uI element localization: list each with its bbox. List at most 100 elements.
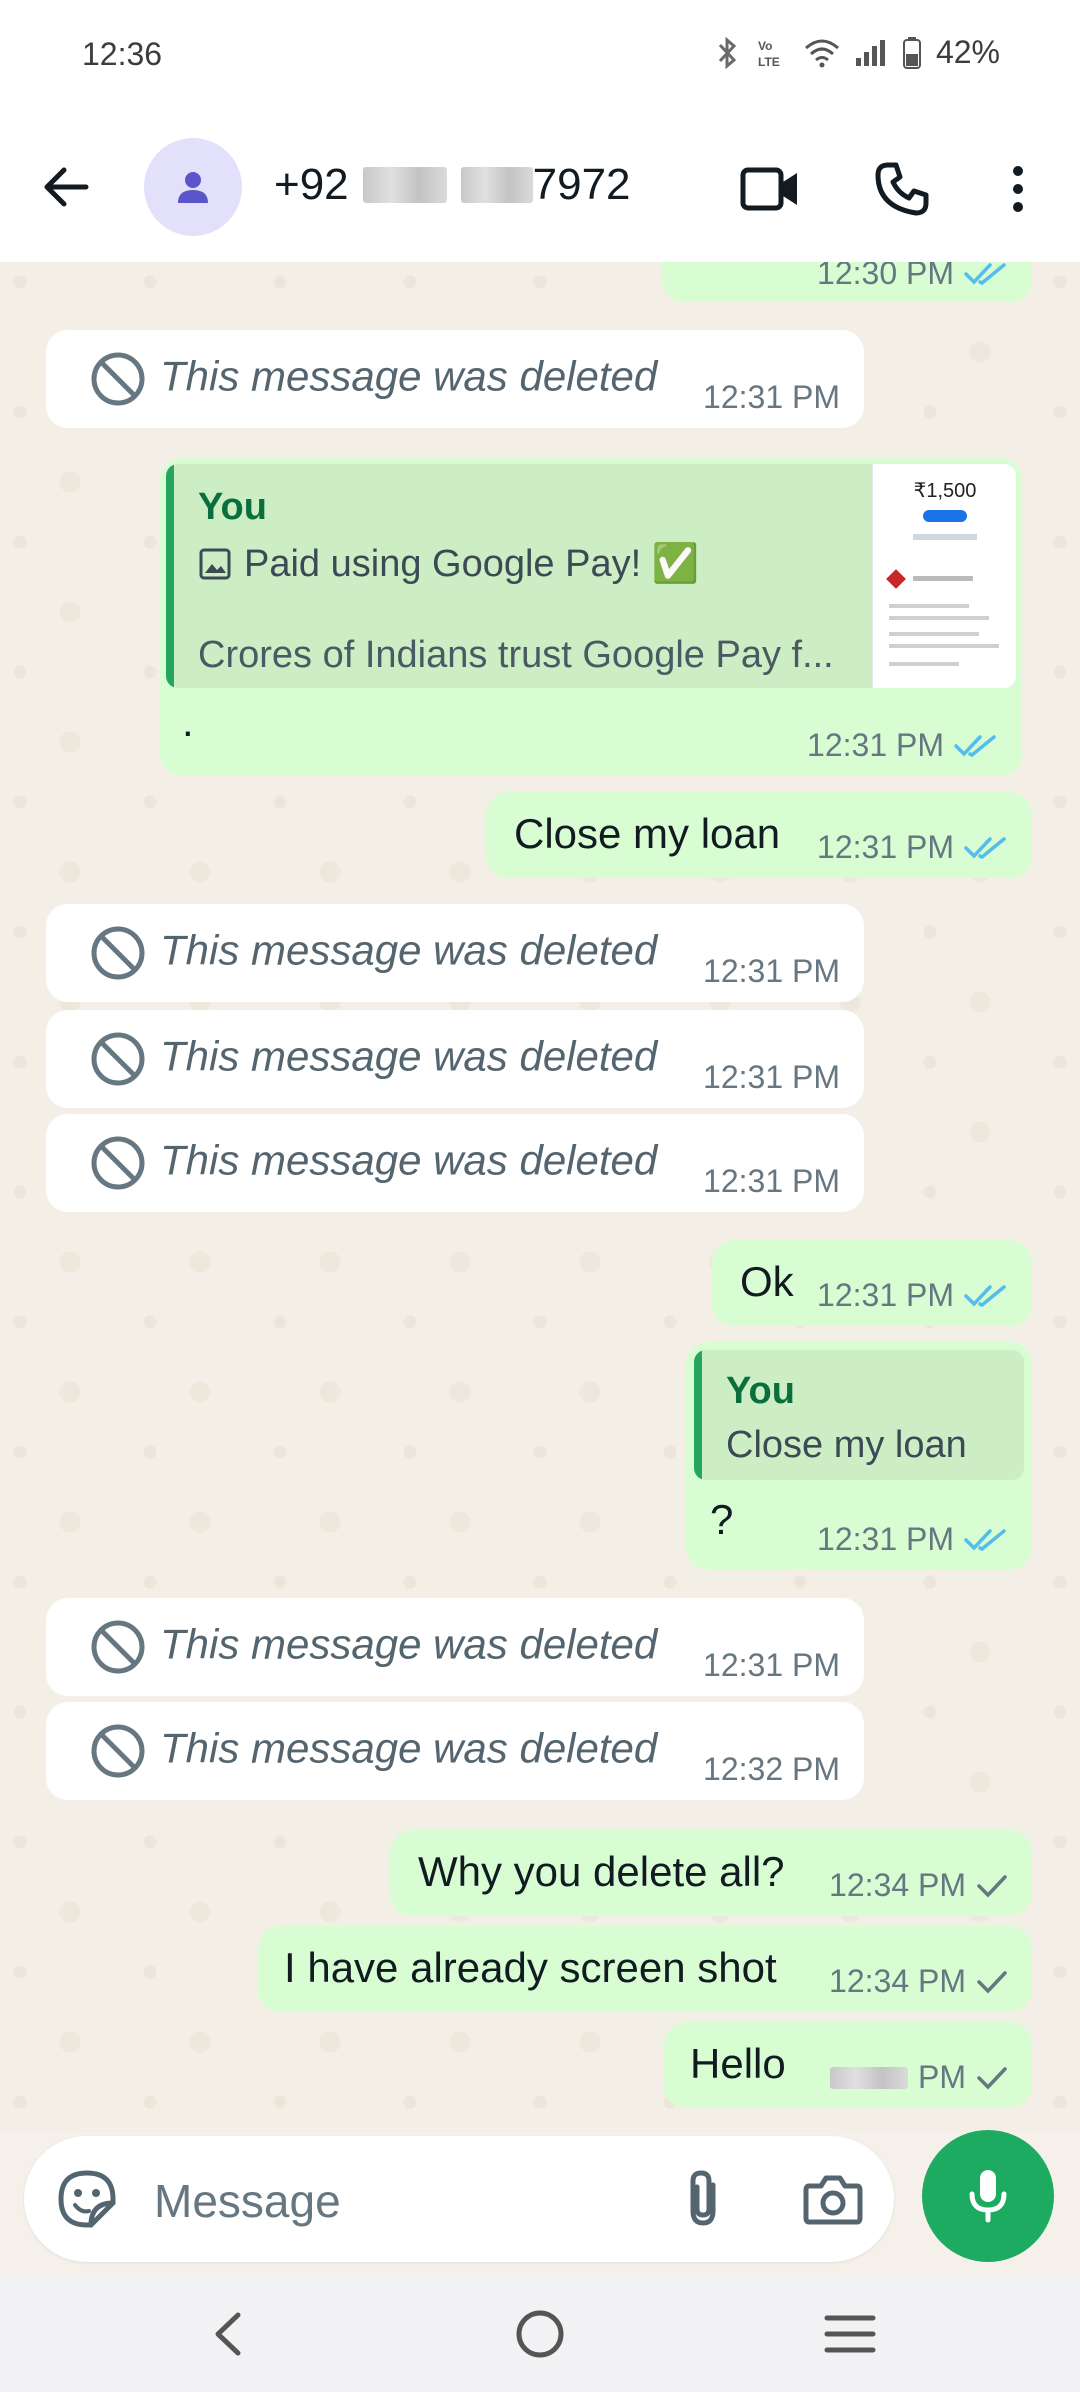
thumb-amount: ₹1,500 — [913, 480, 977, 502]
system-nav-bar — [0, 2276, 1080, 2392]
deleted-text: This message was deleted — [160, 1620, 658, 1668]
nav-home-button[interactable] — [510, 2304, 570, 2364]
message-outgoing[interactable]: Ok 12:31 PM — [712, 1240, 1032, 1326]
attach-button[interactable] — [670, 2166, 736, 2232]
more-vert-icon — [1013, 166, 1023, 212]
attach-icon — [690, 2170, 716, 2226]
deleted-text: This message was deleted — [160, 1724, 658, 1772]
voice-record-button[interactable] — [922, 2130, 1054, 2262]
message-text: Hello — [690, 2040, 786, 2087]
ban-icon — [91, 1136, 145, 1190]
quote-accent-bar — [166, 464, 174, 688]
message-text: I have already screen shot — [284, 1944, 777, 1991]
nav-back-icon — [215, 2312, 241, 2356]
check-icon — [977, 1970, 1007, 1994]
message-text: . — [182, 698, 194, 745]
more-options-button[interactable] — [986, 157, 1050, 221]
nav-home-icon — [516, 2310, 564, 2358]
voice-call-button[interactable] — [870, 157, 934, 221]
payment-thumbnail: ₹1,500 — [872, 464, 1016, 688]
message-outgoing[interactable]: 12:30 PM — [662, 262, 1032, 302]
video-call-button[interactable] — [738, 157, 802, 221]
message-deleted[interactable]: This message was deleted 12:32 PM — [46, 1702, 864, 1800]
contact-avatar[interactable] — [144, 138, 242, 236]
thumb-line — [889, 604, 969, 608]
volte-icon: Vo LTE — [758, 39, 780, 69]
sticker-icon — [58, 2170, 116, 2228]
camera-button[interactable] — [800, 2166, 866, 2232]
message-time: 12:34 PM — [829, 1963, 966, 1999]
ban-icon — [91, 926, 145, 980]
message-text: Close my loan — [514, 810, 781, 857]
nav-back-button[interactable] — [198, 2304, 258, 2364]
thumb-line — [889, 632, 979, 636]
signal-icon — [855, 39, 885, 66]
quoted-message[interactable]: You Paid using Google Pay! ✅ Crores of I… — [166, 464, 1016, 688]
svg-text:LTE: LTE — [758, 55, 780, 69]
message-time: 12:31 PM — [703, 1647, 840, 1683]
message-outgoing[interactable]: Close my loan 12:31 PM — [486, 792, 1032, 878]
quote-accent-bar — [694, 1350, 702, 1480]
message-time: 12:31 PM — [703, 1163, 840, 1199]
image-icon — [199, 548, 231, 580]
message-outgoing-quoted[interactable]: You Close my loan ? 12:31 PM — [686, 1342, 1032, 1570]
quote-text: Paid using Google Pay! ✅ — [244, 543, 700, 585]
svg-text:Vo: Vo — [758, 39, 772, 53]
message-outgoing[interactable]: I have already screen shot 12:34 PM — [258, 1926, 1032, 2012]
status-icons: Vo LTE 42% — [714, 34, 1000, 71]
message-time: 12:31 PM — [817, 1277, 954, 1313]
video-call-icon — [740, 167, 797, 211]
phone-suffix: 7972 — [532, 160, 631, 209]
check-icon — [977, 1874, 1007, 1898]
message-deleted[interactable]: This message was deleted 12:31 PM — [46, 904, 864, 1002]
message-time: 12:32 PM — [703, 1751, 840, 1787]
quote-line: Paid using Google Pay! ✅ — [198, 542, 699, 586]
wifi-icon — [804, 39, 839, 67]
contact-name[interactable]: +92 7972 — [274, 160, 631, 210]
double-check-icon — [964, 1284, 1006, 1307]
message-outgoing[interactable]: Why you delete all? 12:34 PM — [390, 1830, 1032, 1916]
redacted-time — [830, 2066, 908, 2089]
quote-author: You — [198, 486, 267, 528]
message-deleted[interactable]: This message was deleted 12:31 PM — [46, 1114, 864, 1212]
message-text: Why you delete all? — [418, 1848, 785, 1895]
thumb-line — [889, 662, 959, 666]
sticker-button[interactable] — [54, 2166, 120, 2232]
message-input[interactable]: Message — [154, 2174, 341, 2228]
double-check-icon — [964, 1528, 1006, 1551]
quoted-message[interactable]: You Close my loan — [694, 1350, 1024, 1480]
message-deleted[interactable]: This message was deleted 12:31 PM — [46, 1010, 864, 1108]
message-outgoing-quoted[interactable]: You Paid using Google Pay! ✅ Crores of I… — [160, 458, 1022, 776]
nav-recents-button[interactable] — [820, 2304, 880, 2364]
message-deleted[interactable]: This message was deleted 12:31 PM — [46, 1598, 864, 1696]
message-text: Ok — [740, 1258, 794, 1305]
deleted-text: This message was deleted — [160, 1136, 658, 1184]
thumb-line — [889, 616, 989, 620]
message-time: 12:31 PM — [817, 829, 954, 865]
thumb-line — [913, 576, 973, 581]
quote-preview: Crores of Indians trust Google Pay f... — [198, 634, 834, 676]
message-time: 12:31 PM — [817, 1521, 954, 1557]
double-check-icon — [964, 836, 1006, 859]
message-time: 12:31 PM — [703, 379, 840, 415]
double-check-icon — [964, 262, 1006, 285]
bluetooth-icon — [718, 36, 737, 69]
message-composer: Message — [24, 2136, 894, 2262]
phone-prefix: +92 — [274, 160, 349, 209]
message-deleted[interactable]: This message was deleted 12:31 PM — [46, 330, 864, 428]
chat-header: +92 7972 — [0, 112, 1080, 262]
back-arrow-icon — [44, 167, 89, 207]
ban-icon — [91, 352, 145, 406]
message-time: 12:31 PM — [703, 953, 840, 989]
redacted-digits — [362, 167, 447, 203]
redacted-digits — [460, 167, 533, 203]
battery-level: 42% — [935, 34, 1000, 70]
status-bar: 12:36 Vo LTE 42% — [0, 0, 1080, 112]
back-button[interactable] — [36, 157, 96, 217]
camera-icon — [803, 2175, 863, 2225]
chat-list[interactable]: 12:30 PM This message was deleted 12:31 … — [0, 262, 1080, 2132]
deleted-text: This message was deleted — [160, 1032, 658, 1080]
deleted-text: This message was deleted — [160, 352, 658, 400]
double-check-icon — [954, 734, 996, 757]
message-outgoing[interactable]: Hello PM — [664, 2022, 1032, 2108]
